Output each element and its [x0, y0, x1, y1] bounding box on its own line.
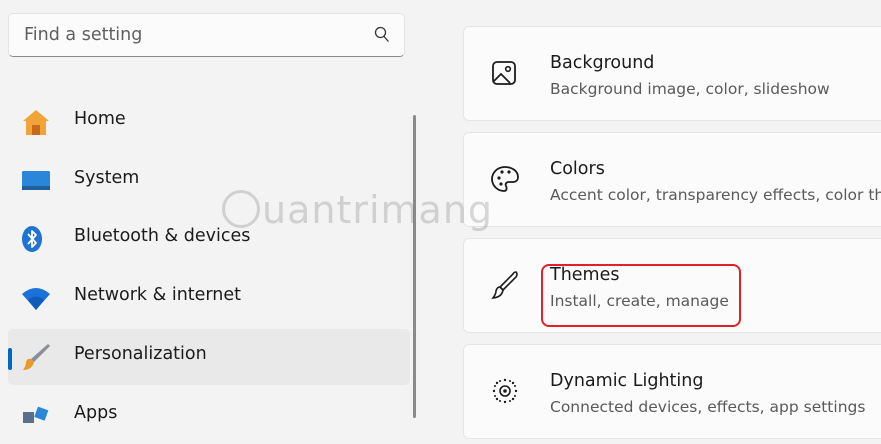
brush-outline-icon [491, 271, 518, 300]
bluetooth-icon [22, 226, 42, 252]
card-title: Dynamic Lighting [550, 371, 704, 391]
sidebar-item-apps[interactable]: Apps [8, 388, 410, 444]
card-subtitle: Connected devices, effects, app settings [550, 398, 866, 416]
sidebar-scrollbar[interactable] [413, 115, 416, 418]
card-subtitle: Background image, color, slideshow [550, 80, 830, 98]
sidebar-item-label: Apps [74, 403, 118, 423]
selection-indicator [8, 348, 12, 370]
sidebar-item-label: Network & internet [74, 285, 242, 305]
palette-icon [491, 166, 519, 192]
lighting-icon [492, 378, 518, 404]
sidebar-item-personalization[interactable]: Personalization [8, 329, 410, 385]
card-colors[interactable]: Colors Accent color, transparency effect… [463, 132, 881, 227]
image-icon [492, 61, 516, 85]
home-icon [23, 110, 49, 135]
sidebar-item-label: Personalization [74, 344, 207, 364]
watermark-text: uantrimang [262, 188, 494, 232]
sidebar-item-label: Bluetooth & devices [74, 226, 251, 246]
search-input[interactable]: Find a setting [24, 25, 142, 45]
brush-icon [23, 344, 50, 370]
search-icon[interactable] [374, 26, 390, 44]
apps-icon [23, 406, 49, 423]
sidebar-item-network[interactable]: Network & internet [8, 270, 410, 326]
card-background[interactable]: Background Background image, color, slid… [463, 26, 881, 121]
sidebar-item-label: Home [74, 109, 126, 129]
highlight-box [541, 264, 741, 327]
card-title: Background [550, 53, 655, 73]
card-dynamic-lighting[interactable]: Dynamic Lighting Connected devices, effe… [463, 344, 881, 439]
wifi-icon [22, 288, 50, 310]
sidebar-item-label: System [74, 168, 140, 188]
card-title: Colors [550, 159, 605, 179]
watermark-logo [222, 190, 260, 228]
system-icon [22, 171, 50, 190]
sidebar-item-home[interactable]: Home [8, 94, 410, 150]
card-subtitle: Accent color, transparency effects, colo… [550, 186, 881, 204]
search-box[interactable]: Find a setting [8, 13, 405, 57]
